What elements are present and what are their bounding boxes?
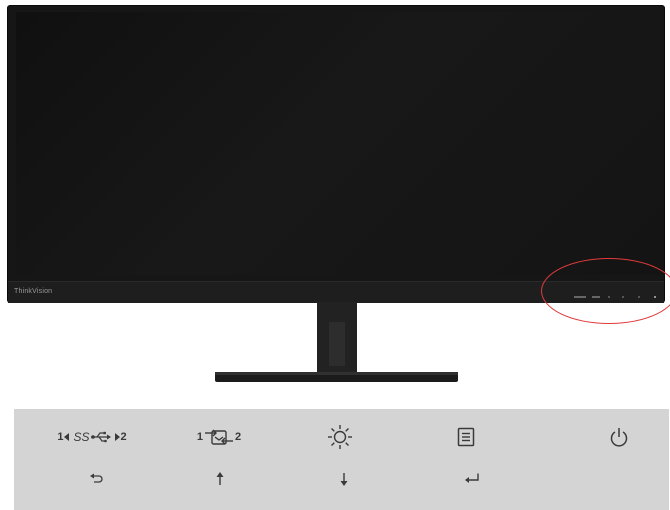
brightness-key[interactable] (322, 423, 358, 451)
down-key[interactable] (334, 467, 354, 491)
back-key[interactable] (84, 467, 108, 491)
brightness-icon (328, 425, 352, 449)
arrow-left-icon (64, 433, 70, 441)
brand-logo: ThinkVision (14, 288, 53, 295)
menu-key[interactable] (452, 423, 480, 451)
input-2-label: 2 (235, 431, 242, 443)
stand-base-top (215, 372, 458, 375)
controls-highlight-ellipse (541, 258, 670, 324)
button-legend-panel: 1 SS 2 1 2 (14, 409, 669, 510)
usb-icon (90, 431, 111, 443)
cable-slot (329, 322, 345, 366)
enter-key[interactable] (460, 467, 484, 491)
usb-port-2-label: 2 (120, 431, 127, 443)
stand-base (215, 372, 458, 382)
enter-icon (465, 473, 479, 483)
up-key[interactable] (210, 467, 230, 491)
arrow-right-icon (114, 433, 120, 441)
usb-switch-key[interactable]: 1 SS 2 (42, 423, 142, 451)
power-key[interactable] (604, 423, 634, 451)
power-icon (610, 428, 628, 447)
monitor-screen (16, 12, 664, 275)
down-arrow-icon (340, 473, 348, 486)
input-switch-icon (205, 429, 233, 445)
superspeed-label: SS (73, 430, 90, 444)
back-arrow-icon (90, 473, 103, 483)
menu-icon (457, 427, 475, 447)
stand-neck (317, 302, 357, 378)
up-arrow-icon (216, 472, 224, 485)
input-switch-key[interactable]: 1 2 (184, 423, 254, 451)
monitor-bezel: ThinkVision (8, 6, 664, 303)
